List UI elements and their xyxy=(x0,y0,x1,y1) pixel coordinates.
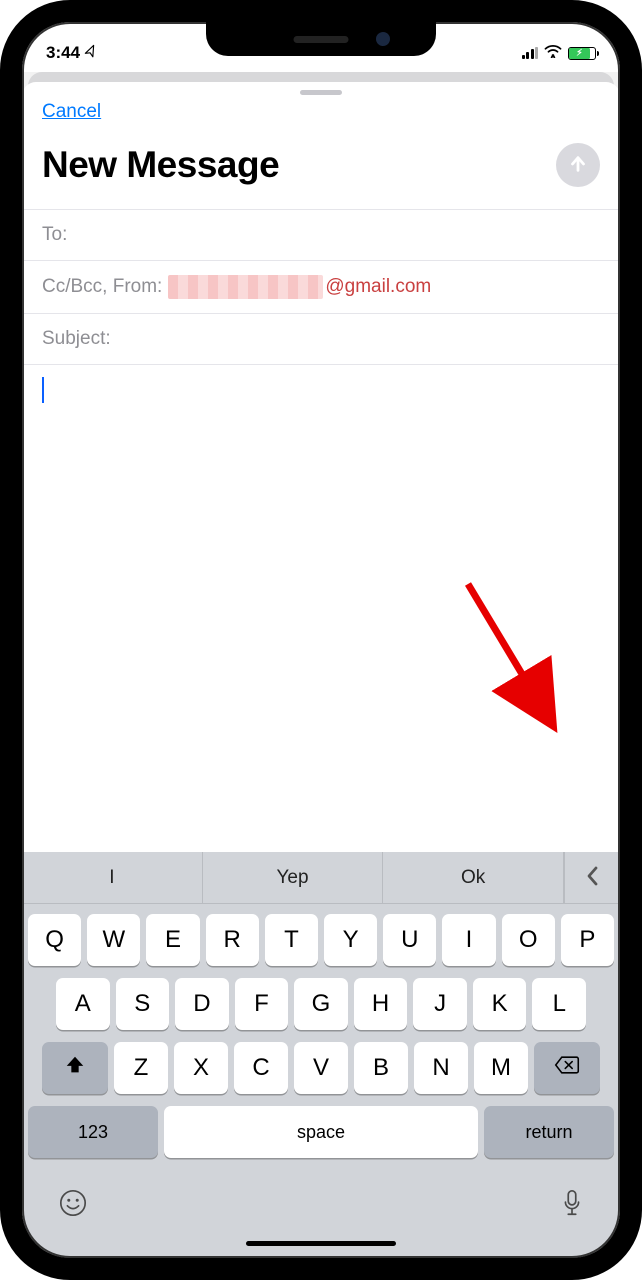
backspace-key[interactable] xyxy=(534,1042,600,1094)
ccbcc-from-field[interactable]: Cc/Bcc, From: @gmail.com xyxy=(22,260,620,313)
key-b[interactable]: B xyxy=(354,1042,408,1094)
key-row-3: Z X C V B N M xyxy=(28,1042,614,1094)
key-a[interactable]: A xyxy=(56,978,110,1030)
to-field[interactable]: To: xyxy=(22,209,620,260)
page-title: New Message xyxy=(42,144,279,186)
key-u[interactable]: U xyxy=(383,914,436,966)
from-address: @gmail.com xyxy=(168,275,431,299)
key-n[interactable]: N xyxy=(414,1042,468,1094)
key-v[interactable]: V xyxy=(294,1042,348,1094)
key-g[interactable]: G xyxy=(294,978,348,1030)
redacted-block xyxy=(168,275,323,299)
text-cursor xyxy=(42,377,44,403)
key-i[interactable]: I xyxy=(442,914,495,966)
key-r[interactable]: R xyxy=(206,914,259,966)
key-z[interactable]: Z xyxy=(114,1042,168,1094)
space-key[interactable]: space xyxy=(164,1106,478,1158)
status-time: 3:44 xyxy=(46,43,80,63)
from-domain: @gmail.com xyxy=(325,276,431,298)
key-row-2: A S D F G H J K L xyxy=(28,978,614,1030)
key-p[interactable]: P xyxy=(561,914,614,966)
backspace-icon xyxy=(554,1054,580,1082)
battery-icon: ⚡︎ xyxy=(568,47,596,60)
location-icon xyxy=(82,43,101,64)
cellular-signal-icon xyxy=(522,47,539,59)
key-q[interactable]: Q xyxy=(28,914,81,966)
numbers-key[interactable]: 123 xyxy=(28,1106,158,1158)
to-label: To: xyxy=(42,224,67,246)
shift-icon xyxy=(64,1054,86,1083)
prediction-collapse-button[interactable] xyxy=(564,852,620,903)
emoji-icon xyxy=(58,1193,88,1224)
key-h[interactable]: H xyxy=(354,978,408,1030)
keyboard: I Yep Ok Q W E R T Y U I xyxy=(22,852,620,1258)
arrow-up-icon xyxy=(567,153,589,178)
home-indicator[interactable] xyxy=(246,1241,396,1246)
wifi-icon xyxy=(544,43,562,63)
subject-label: Subject: xyxy=(42,328,111,350)
shift-key[interactable] xyxy=(42,1042,108,1094)
key-o[interactable]: O xyxy=(502,914,555,966)
key-y[interactable]: Y xyxy=(324,914,377,966)
prediction-3[interactable]: Ok xyxy=(383,852,564,903)
key-row-1: Q W E R T Y U I O P xyxy=(28,914,614,966)
key-m[interactable]: M xyxy=(474,1042,528,1094)
subject-field[interactable]: Subject: xyxy=(22,313,620,365)
key-c[interactable]: C xyxy=(234,1042,288,1094)
key-f[interactable]: F xyxy=(235,978,289,1030)
emoji-button[interactable] xyxy=(52,1182,94,1231)
key-j[interactable]: J xyxy=(413,978,467,1030)
prediction-2[interactable]: Yep xyxy=(203,852,384,903)
key-t[interactable]: T xyxy=(265,914,318,966)
microphone-icon xyxy=(560,1193,584,1224)
key-d[interactable]: D xyxy=(175,978,229,1030)
chevron-left-icon xyxy=(585,865,601,890)
prediction-1[interactable]: I xyxy=(22,852,203,903)
prediction-bar: I Yep Ok xyxy=(22,852,620,904)
key-e[interactable]: E xyxy=(146,914,199,966)
sheet-grabber[interactable] xyxy=(300,90,342,95)
key-l[interactable]: L xyxy=(532,978,586,1030)
return-key[interactable]: return xyxy=(484,1106,614,1158)
key-x[interactable]: X xyxy=(174,1042,228,1094)
key-k[interactable]: K xyxy=(473,978,527,1030)
compose-sheet: Cancel New Message To: Cc/Bcc, From: @gm… xyxy=(22,82,620,1258)
send-button[interactable] xyxy=(556,143,600,187)
key-row-4: 123 space return xyxy=(28,1106,614,1158)
dictation-button[interactable] xyxy=(554,1182,590,1231)
key-w[interactable]: W xyxy=(87,914,140,966)
ccbcc-from-label: Cc/Bcc, From: xyxy=(42,276,162,298)
key-s[interactable]: S xyxy=(116,978,170,1030)
cancel-button[interactable]: Cancel xyxy=(42,101,101,122)
